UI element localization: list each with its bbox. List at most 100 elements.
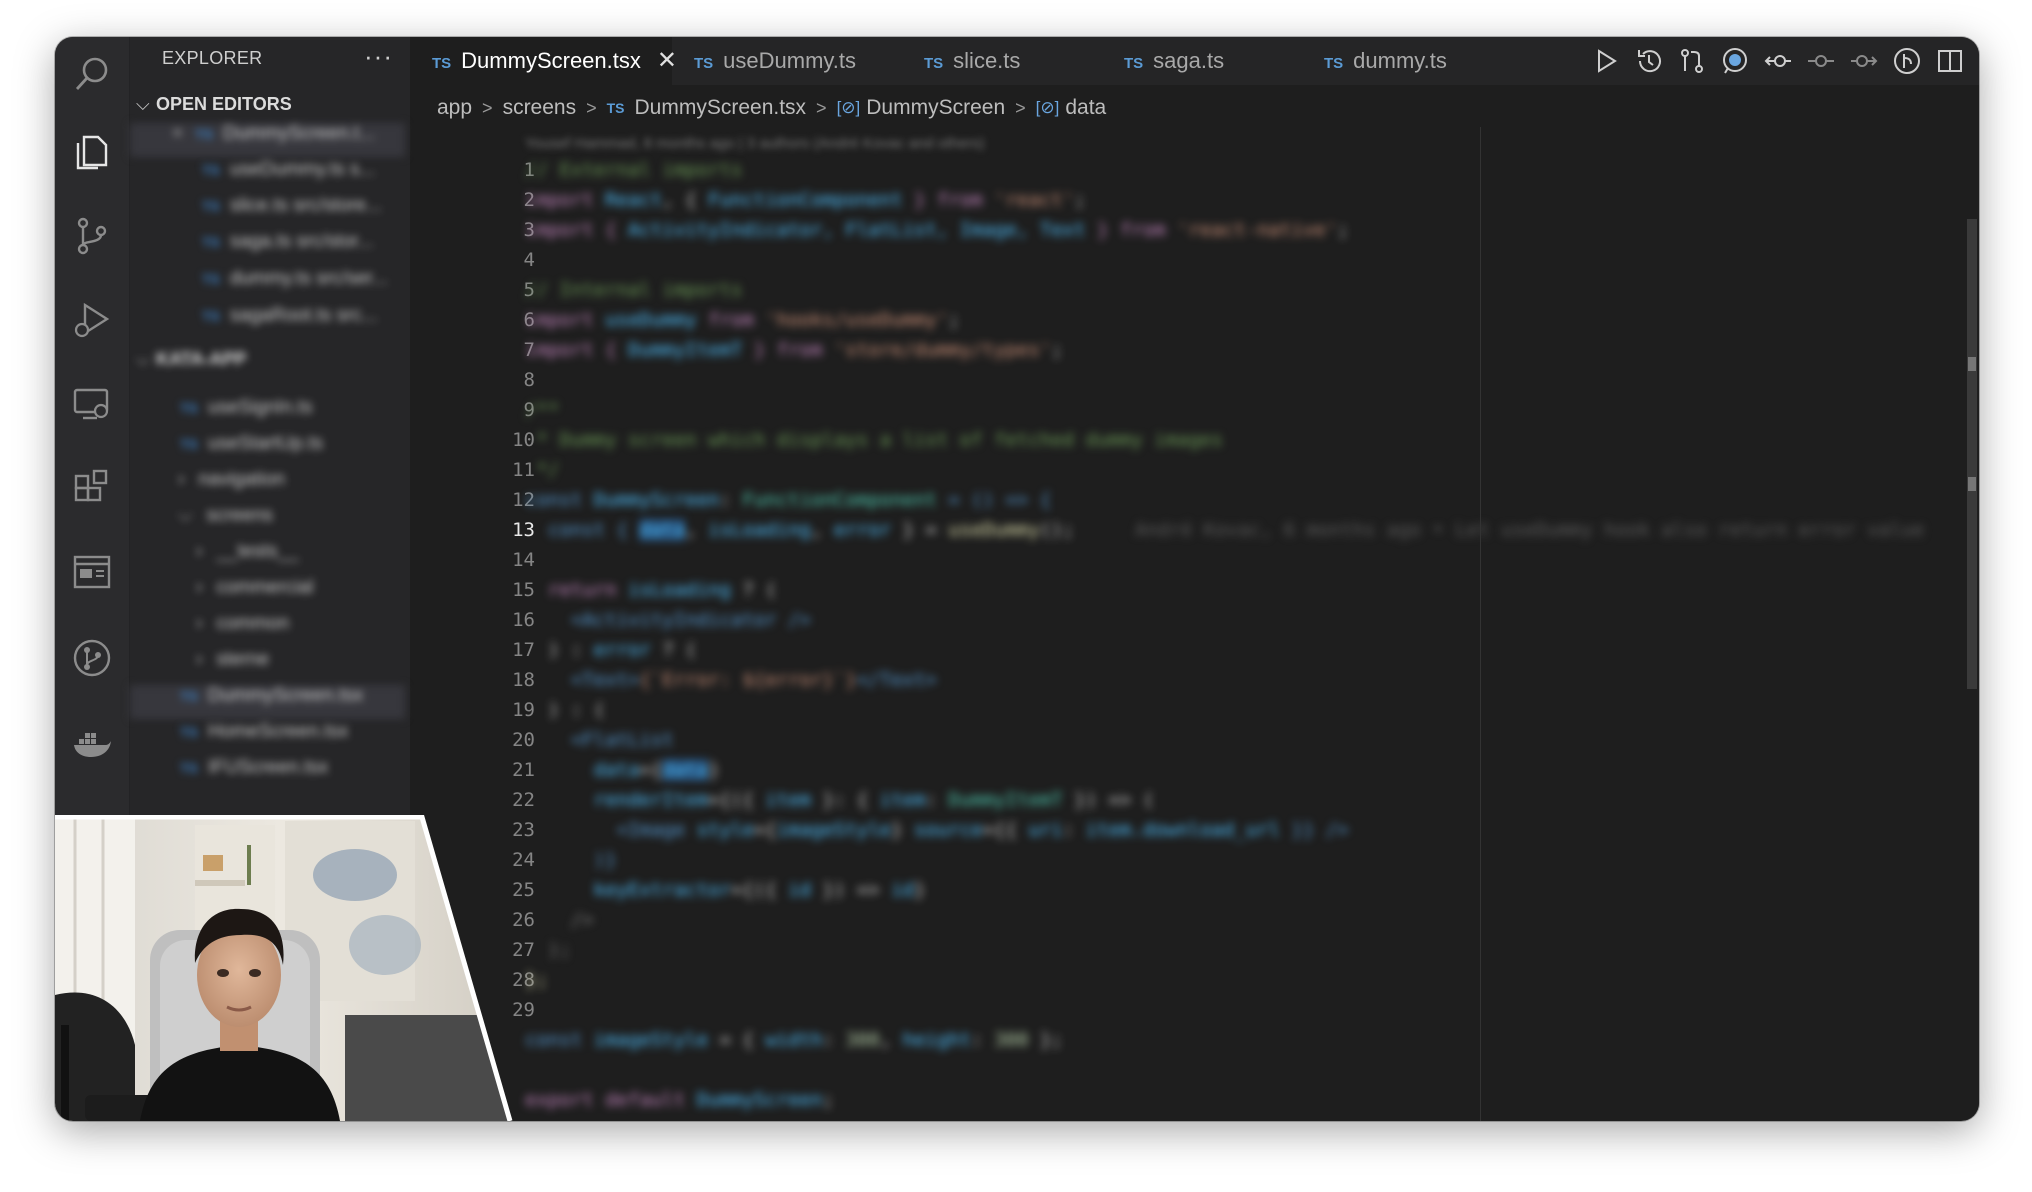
typescript-icon: TS (606, 100, 625, 116)
code-line: renderItem={({ item }: { item: DummyItem… (593, 789, 1155, 811)
tree-item-selected[interactable]: TS DummyScreen.tsx (130, 685, 405, 719)
breadcrumb-symbol[interactable]: data (1065, 96, 1106, 120)
tab-usedummy[interactable]: TS useDummy.ts (672, 37, 902, 85)
previous-change-icon[interactable] (1763, 46, 1793, 76)
compare-changes-icon[interactable] (1677, 46, 1707, 76)
open-editor-item[interactable]: × TS DummyScreen.t... (130, 123, 405, 157)
run-icon[interactable] (1591, 46, 1621, 76)
remote-explorer-icon[interactable] (71, 383, 113, 425)
typescript-icon: TS (1124, 55, 1144, 72)
tree-item[interactable]: TS useStartUp.ts (130, 433, 405, 467)
tab-label: saga.ts (1153, 48, 1225, 73)
sidebar-title: EXPLORER (162, 48, 263, 68)
code-line: return isLoading ? ( (525, 579, 777, 601)
vscode-window: EXPLORER ··· ⌵ OPEN EDITORS × TS DummyScree… (55, 37, 1979, 1121)
typescript-icon: TS (1324, 55, 1344, 72)
code-line: /** (525, 399, 560, 421)
extensions-icon[interactable] (71, 467, 113, 509)
presenter-video-image (55, 815, 510, 1121)
tab-label: useDummy.ts (723, 48, 857, 73)
code-line: ); (525, 939, 571, 961)
chevron-right-icon: > (816, 97, 827, 118)
codelens-authors[interactable]: Yousef Hammad, 8 months ago | 3 authors … (525, 135, 984, 152)
open-editor-item[interactable]: TS useDummy.ts s... (130, 159, 405, 193)
code-line: /> (525, 909, 594, 931)
sidebar-more-icon[interactable]: ··· (364, 41, 393, 72)
breadcrumb-app[interactable]: app (437, 96, 472, 120)
search-icon[interactable] (71, 53, 113, 95)
breadcrumb-file[interactable]: DummyScreen.tsx (635, 96, 807, 120)
editor-scrollbar[interactable] (1965, 127, 1979, 1121)
inline-blame-annotation[interactable]: André Kovac, 6 months ago • Let useDummy… (1135, 515, 1924, 545)
code-line: */ (525, 459, 560, 481)
code-line: keyExtractor={({ id }) => id} (593, 879, 926, 901)
code-line: <ActivityIndicator /> (525, 609, 811, 631)
tree-folder[interactable]: › __tests__ (130, 541, 405, 575)
gitlens-inspect-icon[interactable] (1720, 46, 1750, 76)
project-header[interactable]: ⌵ KATA-APP (136, 349, 246, 370)
tab-dummy[interactable]: TS dummy.ts (1302, 37, 1502, 85)
more-actions-icon[interactable]: ··· (1977, 41, 1979, 71)
breadcrumb-component[interactable]: DummyScreen (866, 96, 1005, 120)
code-line: import { ActivityIndicator, FlatList, Im… (525, 219, 1349, 241)
tree-item[interactable]: TS useSignIn.ts (130, 397, 405, 431)
tab-label: dummy.ts (1353, 48, 1447, 73)
commit-node-icon[interactable] (1806, 46, 1836, 76)
tab-slice[interactable]: TS slice.ts (902, 37, 1102, 85)
code-line: ) : error ? ( (525, 639, 697, 661)
chevron-right-icon: > (586, 97, 597, 118)
code-line: )} (525, 849, 617, 871)
next-change-icon[interactable] (1849, 46, 1879, 76)
code-line: <FlatList (525, 729, 674, 751)
tree-item[interactable]: TS IFUScreen.tsx (130, 757, 405, 791)
tree-folder[interactable]: › sterne (130, 649, 405, 683)
breadcrumb-screens[interactable]: screens (503, 96, 577, 120)
line-number: 29 (512, 999, 535, 1021)
code-line: import { DummyItemT } from 'store/dummy/… (525, 339, 1063, 361)
typescript-icon: TS (694, 55, 714, 72)
open-editor-item[interactable]: TS sagaRoot.ts src... (130, 305, 405, 339)
chevron-right-icon: > (1015, 97, 1026, 118)
tree-folder[interactable]: › commercial (130, 577, 405, 611)
code-line: }; (525, 969, 548, 991)
docker-icon[interactable] (71, 723, 113, 765)
open-editors-header[interactable]: ⌵ OPEN EDITORS (136, 94, 292, 115)
code-line: // External imports (525, 159, 743, 181)
timeline-history-icon[interactable] (1634, 46, 1664, 76)
variable-symbol-icon: [⊘] (1035, 98, 1060, 117)
code-line: <Text>{`Error: ${error}`}</Text> (525, 669, 937, 691)
tree-folder[interactable]: ⌵ screens (130, 505, 405, 539)
tree-folder[interactable]: › navigation (130, 469, 405, 503)
chevron-right-icon: > (482, 97, 493, 118)
code-line: // Internal imports (525, 279, 743, 301)
code-line-current: const { data, isLoading, error } = useDu… (525, 519, 1075, 541)
editor-tabs: TS DummyScreen.tsx ✕ TS useDummy.ts TS slice… (410, 37, 1979, 85)
open-editor-item[interactable]: TS saga.ts src/stor... (130, 231, 405, 265)
typescript-icon: TS (432, 55, 452, 72)
open-editor-item[interactable]: TS slice.ts src/store... (130, 195, 405, 229)
code-line: const DummyScreen: FunctionComponent = (… (525, 489, 1052, 511)
tree-folder[interactable]: › common (130, 613, 405, 647)
panel-layout-icon[interactable] (71, 551, 113, 593)
gitlens-icon[interactable] (1892, 46, 1922, 76)
git-graph-icon[interactable] (71, 637, 113, 679)
line-number: 4 (523, 249, 535, 271)
tab-dummyscreen[interactable]: TS DummyScreen.tsx ✕ (410, 37, 677, 85)
chevron-down-icon: ⌵ (136, 94, 150, 114)
scrollbar-thumb[interactable] (1967, 219, 1977, 689)
split-editor-icon[interactable] (1935, 46, 1965, 76)
code-line: const imageStyle = { width: 300, height:… (525, 1029, 1063, 1051)
tree-item[interactable]: TS HomeScreen.tsx (130, 721, 405, 755)
scrollbar-marker (1968, 477, 1976, 491)
open-editors-label: OPEN EDITORS (156, 94, 292, 114)
webcam-overlay (55, 815, 510, 1121)
source-control-icon[interactable] (71, 215, 113, 257)
tab-saga[interactable]: TS saga.ts (1102, 37, 1302, 85)
explorer-files-icon[interactable] (71, 131, 113, 173)
code-line: * Dummy screen which displays a list of … (525, 429, 1223, 451)
run-debug-icon[interactable] (71, 299, 113, 341)
chevron-down-icon: ⌵ (136, 349, 150, 369)
editor-ruler (1480, 127, 1481, 1121)
open-editor-item[interactable]: TS dummy.ts src/ser... (130, 268, 405, 302)
scrollbar-marker (1968, 357, 1976, 371)
